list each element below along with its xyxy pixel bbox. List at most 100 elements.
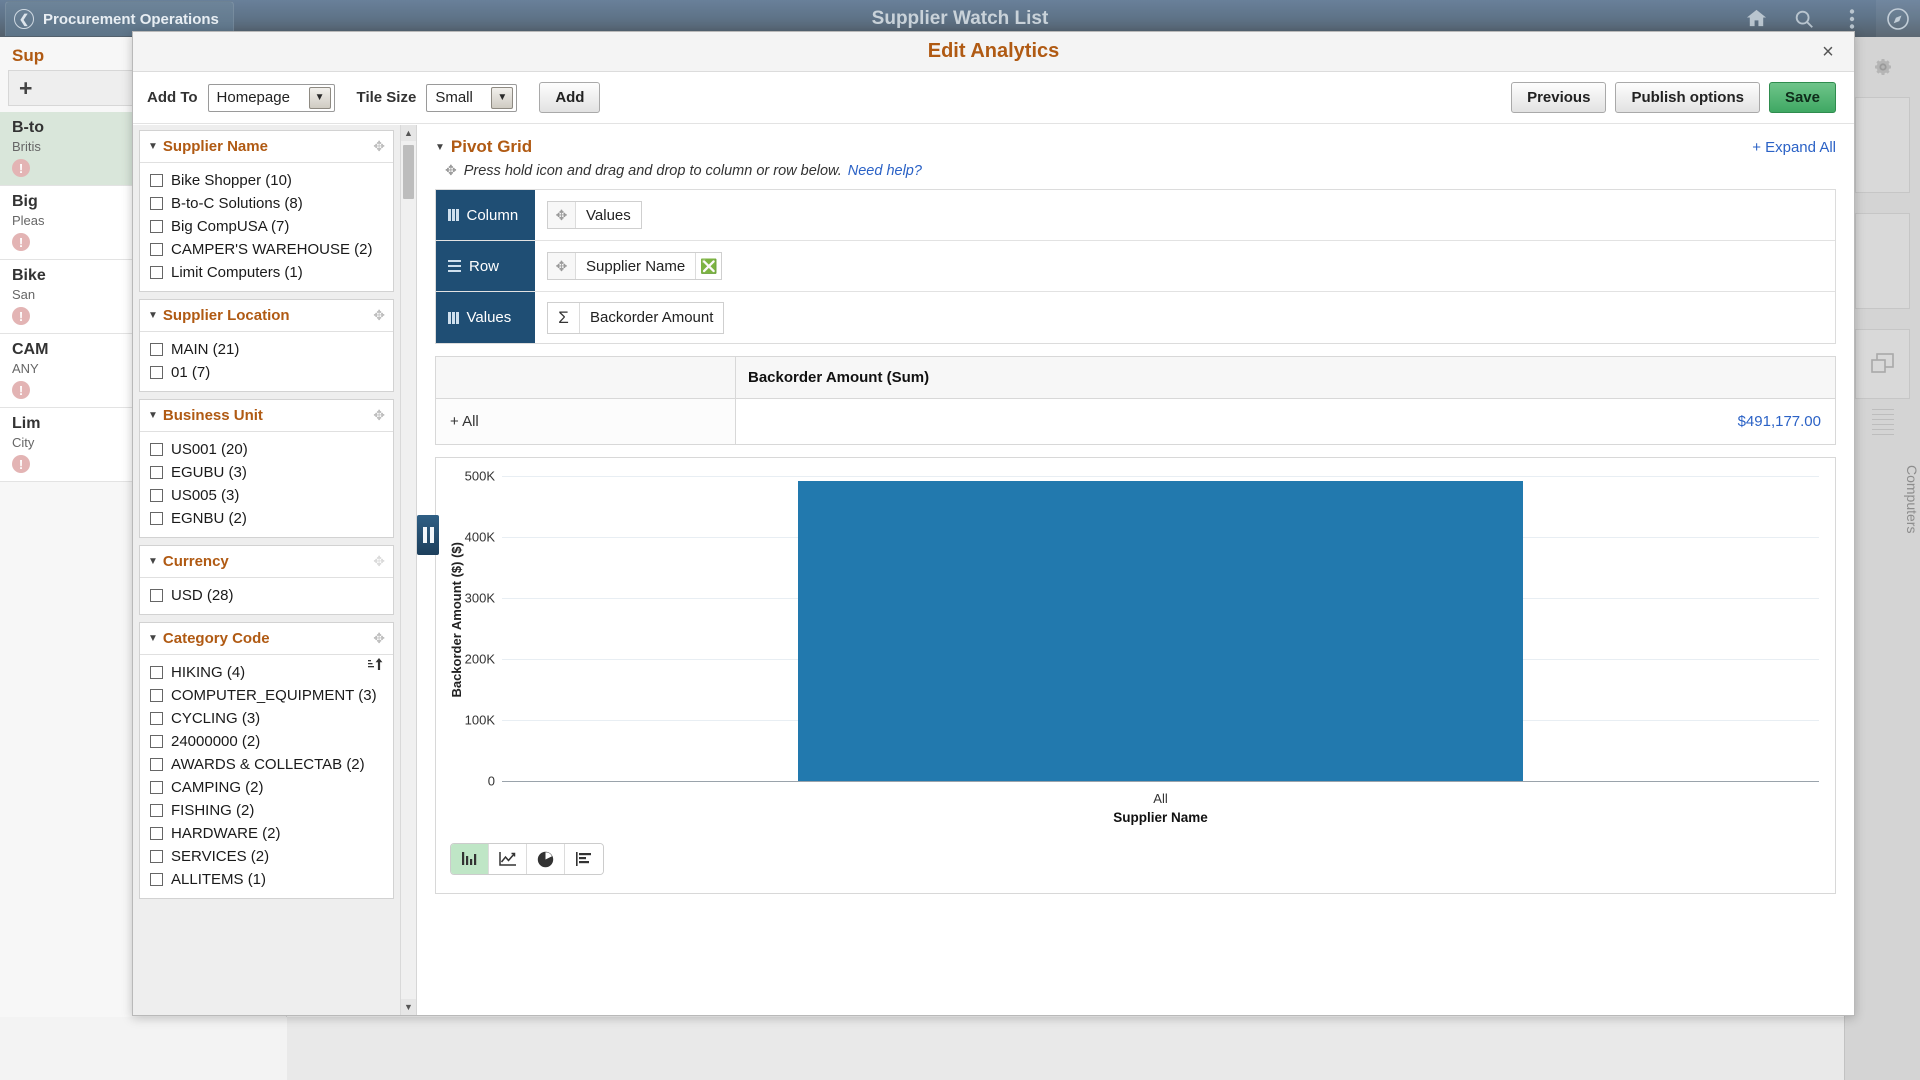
facet-option[interactable]: CYCLING (3) (144, 707, 389, 730)
facets-scrollbar[interactable]: ▲ ▼ (400, 125, 416, 1015)
move-icon[interactable]: ✥ (373, 553, 385, 570)
facet-option[interactable]: EGUBU (3) (144, 461, 389, 484)
checkbox[interactable] (150, 735, 163, 748)
dropzone-column[interactable]: Column ✥ Values (436, 190, 1835, 241)
pie-chart-icon[interactable] (527, 844, 565, 874)
facet-option[interactable]: SERVICES (2) (144, 845, 389, 868)
remove-chip-icon[interactable]: ❎ (695, 253, 721, 279)
need-help-link[interactable]: Need help? (848, 163, 922, 179)
checkbox[interactable] (150, 666, 163, 679)
facet-option[interactable]: B-to-C Solutions (8) (144, 192, 389, 215)
pivot-chip-backorder-amount[interactable]: Σ Backorder Amount (547, 302, 724, 334)
chevron-down-icon[interactable]: ▼ (435, 142, 445, 153)
gear-icon[interactable] (1845, 57, 1920, 77)
facet-header[interactable]: ▼ Business Unit ✥ (140, 400, 393, 432)
facet-option[interactable]: EGNBU (2) (144, 507, 389, 530)
checkbox[interactable] (150, 689, 163, 702)
table-cell-value[interactable]: $491,177.00 (736, 399, 1835, 444)
drag-handle-icon[interactable]: ✥ (548, 253, 576, 279)
dropzone-area-column[interactable]: ✥ Values (535, 190, 1835, 240)
checkbox[interactable] (150, 512, 163, 525)
pane-collapse-handle[interactable] (417, 515, 439, 555)
window-icon[interactable] (1855, 329, 1910, 399)
facet-option[interactable]: US001 (20) (144, 438, 389, 461)
checkbox[interactable] (150, 266, 163, 279)
facet-option[interactable]: Big CompUSA (7) (144, 215, 389, 238)
drag-handle-icon[interactable]: ✥ (548, 202, 576, 228)
checkbox[interactable] (150, 243, 163, 256)
checkbox[interactable] (150, 366, 163, 379)
checkbox[interactable] (150, 589, 163, 602)
add-button[interactable]: Add (539, 82, 600, 113)
checkbox[interactable] (150, 220, 163, 233)
add-to-select[interactable]: Homepage ▼ (208, 84, 335, 112)
facet-option[interactable]: Bike Shopper (10) (144, 169, 389, 192)
pivot-chip-supplier-name[interactable]: ✥ Supplier Name ❎ (547, 252, 722, 280)
pivot-chip-values[interactable]: ✥ Values (547, 201, 642, 229)
facet-option[interactable]: US005 (3) (144, 484, 389, 507)
chevron-down-icon: ▼ (148, 556, 158, 567)
checkbox[interactable] (150, 758, 163, 771)
facet-option[interactable]: ALLITEMS (1) (144, 868, 389, 891)
checkbox[interactable] (150, 343, 163, 356)
facet-option[interactable]: CAMPER'S WAREHOUSE (2) (144, 238, 389, 261)
chart-bar[interactable] (798, 481, 1522, 781)
publish-options-button[interactable]: Publish options (1615, 82, 1760, 113)
checkbox[interactable] (150, 197, 163, 210)
expand-all-link[interactable]: + Expand All (1752, 139, 1836, 156)
table-row[interactable]: + All $491,177.00 (436, 399, 1835, 444)
checkbox[interactable] (150, 443, 163, 456)
facet-option[interactable]: AWARDS & COLLECTAB (2) (144, 753, 389, 776)
bar-chart-icon[interactable] (451, 844, 489, 874)
facet-option[interactable]: Limit Computers (1) (144, 261, 389, 284)
move-icon[interactable]: ✥ (373, 138, 385, 155)
facet-option[interactable]: CAMPING (2) (144, 776, 389, 799)
breadcrumb-label: Procurement Operations (43, 11, 219, 28)
scroll-up-icon[interactable]: ▲ (401, 125, 416, 141)
move-icon[interactable]: ✥ (373, 630, 385, 647)
navbar-compass-icon[interactable] (1876, 0, 1920, 37)
facet-option[interactable]: HARDWARE (2) (144, 822, 389, 845)
facet-option[interactable]: MAIN (21) (144, 338, 389, 361)
dropzone-area-values[interactable]: Σ Backorder Amount (535, 292, 1835, 343)
table-cell-label[interactable]: + All (436, 399, 736, 444)
checkbox[interactable] (150, 873, 163, 886)
move-icon[interactable]: ✥ (373, 307, 385, 324)
line-chart-icon[interactable] (489, 844, 527, 874)
facet-option[interactable]: 01 (7) (144, 361, 389, 384)
horizontal-bar-chart-icon[interactable] (565, 844, 603, 874)
facet-option[interactable]: FISHING (2) (144, 799, 389, 822)
facet-option[interactable]: 24000000 (2) (144, 730, 389, 753)
checkbox[interactable] (150, 174, 163, 187)
sort-ascending-icon[interactable] (368, 657, 384, 674)
tile-size-select[interactable]: Small ▼ (426, 84, 517, 112)
checkbox[interactable] (150, 850, 163, 863)
dropzone-area-row[interactable]: ✥ Supplier Name ❎ (535, 241, 1835, 291)
checkbox[interactable] (150, 804, 163, 817)
facet-option[interactable]: HIKING (4) (144, 661, 389, 684)
facet-header[interactable]: ▼ Category Code ✥ (140, 623, 393, 655)
facet-option[interactable]: USD (28) (144, 584, 389, 607)
dropzone-values[interactable]: Values Σ Backorder Amount (436, 292, 1835, 343)
scrollbar-thumb[interactable] (403, 145, 414, 199)
close-icon[interactable]: × (1816, 40, 1840, 64)
save-button[interactable]: Save (1769, 82, 1836, 113)
pivot-hint-text: Press hold icon and drag and drop to col… (464, 163, 842, 179)
previous-button[interactable]: Previous (1511, 82, 1606, 113)
facet-option[interactable]: COMPUTER_EQUIPMENT (3) (144, 684, 389, 707)
facet-header[interactable]: ▼ Currency ✥ (140, 546, 393, 578)
facet-option-label: SERVICES (2) (171, 848, 269, 865)
sum-sigma-icon[interactable]: Σ (548, 303, 580, 333)
move-icon[interactable]: ✥ (373, 407, 385, 424)
facet-header[interactable]: ▼ Supplier Name ✥ (140, 131, 393, 163)
checkbox[interactable] (150, 712, 163, 725)
facet-header[interactable]: ▼ Supplier Location ✥ (140, 300, 393, 332)
move-icon: ✥ (445, 162, 457, 179)
dropzone-row[interactable]: Row ✥ Supplier Name ❎ (436, 241, 1835, 292)
scroll-down-icon[interactable]: ▼ (401, 999, 416, 1015)
checkbox[interactable] (150, 781, 163, 794)
checkbox[interactable] (150, 466, 163, 479)
checkbox[interactable] (150, 489, 163, 502)
checkbox[interactable] (150, 827, 163, 840)
dropzone-label-values: Values (436, 292, 535, 343)
